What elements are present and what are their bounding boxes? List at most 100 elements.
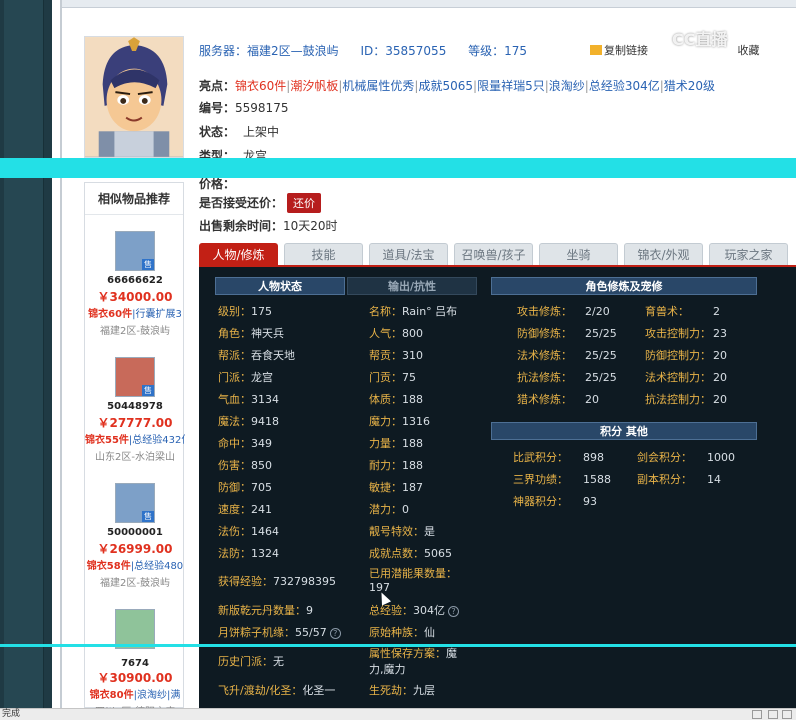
similar-item-thumb[interactable] [115, 609, 155, 649]
subtab-status[interactable]: 人物状态 [215, 277, 345, 295]
points-field: 神器积分： 93 [513, 495, 597, 508]
help-icon[interactable]: ? [329, 628, 341, 639]
stat-field: 防御：705 [218, 481, 272, 494]
similar-item-thumb[interactable]: 售 [115, 357, 155, 397]
points-field: 剑会积分： 1000 [637, 451, 735, 464]
stat-field: 角色：神天兵 [218, 327, 284, 340]
tab-summons[interactable]: 召唤兽/孩子 [454, 243, 533, 265]
left-sidebar-strip [0, 0, 52, 708]
frame-divider [60, 0, 62, 708]
similar-item-id: 66666622 [107, 275, 163, 286]
help-icon[interactable]: ? [448, 606, 459, 617]
similar-item[interactable]: 售 50000001 ￥26999.00 锦衣58件|总经验480 福建2区-鼓… [85, 483, 185, 589]
tab-home[interactable]: 玩家之家 [709, 243, 788, 265]
copy-link-icon [590, 45, 602, 55]
id-text: ID：35857055 [360, 44, 447, 58]
sale-badge: 售 [142, 511, 154, 522]
stat-field: 敏捷：187 [369, 481, 423, 494]
copy-link[interactable]: 复制链接 [604, 44, 648, 57]
highlights-label: 亮点： [199, 79, 236, 93]
stat-field: 伤害：850 [218, 459, 272, 472]
similar-item-price-row: 7674 ￥30900.00 [97, 658, 173, 685]
similar-item-thumb[interactable]: 售 [115, 483, 155, 523]
status-value: 上架中 [243, 125, 280, 139]
cultivation-field: 攻击控制力： 23 [645, 327, 727, 340]
points-header: 积分 其他 [491, 422, 757, 440]
similar-item-id: 50448978 [107, 401, 163, 412]
character-panel: 人物状态 输出/抗性 角色修炼及宠修 积分 其他 获得经验：732798395 … [199, 265, 796, 708]
highlight-item: 猎术20级 [663, 79, 716, 93]
moon-field: 月饼粽子机缘：55/57? [218, 624, 341, 640]
stat-field: 气血：3134 [218, 393, 279, 406]
similar-item[interactable]: 7674 ￥30900.00 锦衣80件|浪淘纱|满 四川2区-德阳文庙 [85, 609, 185, 718]
sale-badge: 售 [142, 385, 154, 396]
similar-item-location: 山东2区-水泊梁山 [95, 452, 175, 463]
status-text: 完成 [2, 709, 21, 719]
cultivation-field: 抗法控制力： 20 [645, 393, 727, 406]
tab-outfits[interactable]: 锦衣/外观 [624, 243, 703, 265]
bargain-button[interactable]: 还价 [287, 193, 322, 213]
status-bar: 完成 [0, 708, 796, 720]
price-label: 价格： [199, 177, 236, 191]
serial-value: 5598175 [235, 101, 289, 115]
subtab-output[interactable]: 输出/抗性 [347, 277, 477, 295]
similar-item-desc: 锦衣58件|总经验480 [86, 561, 184, 572]
stat-field: 级别：175 [218, 305, 272, 318]
stat-field: 人气：800 [369, 327, 423, 340]
stat-field: 速度：241 [218, 503, 272, 516]
cultivation-field: 攻击修炼： 2/20 [517, 305, 610, 318]
stat-field: 帮贡：310 [369, 349, 423, 362]
similar-items-panel: 相似物品推荐 售 66666622 ￥34000.00 锦衣60件|行囊扩展3 … [84, 182, 185, 718]
similar-item-desc: 锦衣55件|总经验432亿 [85, 435, 185, 446]
rebirth-field: 生死劫：九层 [369, 684, 435, 697]
favorite-link[interactable]: 收藏 [738, 44, 760, 57]
bargain-label: 是否接受还价： [199, 196, 284, 210]
stat-field: 魔力：1316 [369, 415, 430, 428]
time-row: 出售剩余时间：10天20时 [199, 217, 338, 234]
stat-field: 靓号特效：是 [369, 525, 435, 538]
similar-item-desc: 锦衣80件|浪淘纱|满 [89, 690, 181, 701]
tab-character[interactable]: 人物/修炼 [199, 243, 278, 265]
left-sidebar-inner [4, 0, 44, 708]
highlight-item: 锦衣60件 [235, 79, 287, 93]
stat-field: 潜力：0 [369, 503, 409, 516]
top-bar [62, 0, 796, 8]
stat-field: 法防：1324 [218, 547, 279, 560]
stat-field: 魔法：9418 [218, 415, 279, 428]
points-field: 比武积分： 898 [513, 451, 604, 464]
points-field: 三界功绩： 1588 [513, 473, 611, 486]
bargain-row: 是否接受还价： 还价 [199, 193, 322, 213]
level-text: 等级：175 [468, 44, 528, 58]
similar-item[interactable]: 售 66666622 ￥34000.00 锦衣60件|行囊扩展3 福建2区-鼓浪… [85, 231, 185, 337]
stat-field: 法伤：1464 [218, 525, 279, 538]
cultivation-field: 育兽术： 2 [645, 305, 720, 318]
cultivation-field: 猎术修炼： 20 [517, 393, 599, 406]
header-meta: 服务器：福建2区—鼓浪屿 ID：35857055 等级：175 [199, 42, 527, 59]
similar-item-thumb[interactable]: 售 [115, 231, 155, 271]
server-text: 服务器：福建2区—鼓浪屿 [199, 44, 339, 58]
window-icon [782, 710, 792, 719]
highlight-item: 机械属性优秀 [342, 79, 415, 93]
stat-field: 成就点数：5065 [369, 547, 452, 560]
stat-field: 门派：龙宫 [218, 371, 273, 384]
highlight-item: 限量祥瑞5只 [477, 79, 545, 93]
similar-item-location: 福建2区-鼓浪屿 [100, 326, 170, 337]
similar-item-location: 福建2区-鼓浪屿 [100, 578, 170, 589]
cultivation-header: 角色修炼及宠修 [491, 277, 757, 295]
stat-field: 体质：188 [369, 393, 423, 406]
similar-item[interactable]: 售 50448978 ￥27777.00 锦衣55件|总经验432亿 山东2区-… [85, 357, 185, 463]
status-row: 状态： 上架中 [199, 123, 279, 140]
tab-items[interactable]: 道具/法宝 [369, 243, 448, 265]
similar-item-desc: 锦衣60件|行囊扩展3 [88, 309, 182, 320]
highlights-list: 锦衣60件|潮汐帆板|机械属性优秀|成就5065|限量祥瑞5只|浪淘纱|总经验3… [235, 79, 716, 93]
window-icon [752, 710, 762, 719]
stat-field: 名称：Rain° 吕布 [369, 305, 458, 318]
stat-field: 耐力：188 [369, 459, 423, 472]
highlight-item: 成就5065 [418, 79, 474, 93]
time-label: 出售剩余时间： [199, 219, 284, 233]
similar-item-price: ￥26999.00 [97, 542, 173, 556]
points-field [637, 493, 707, 506]
tab-skills[interactable]: 技能 [284, 243, 363, 265]
tab-mounts[interactable]: 坐骑 [539, 243, 618, 265]
stat-field: 帮派：吞食天地 [218, 349, 295, 362]
